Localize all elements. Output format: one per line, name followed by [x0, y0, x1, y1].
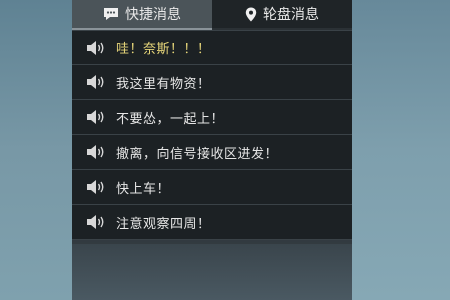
message-item[interactable]: 不要怂，一起上！ [72, 100, 352, 135]
quick-message-panel: 快捷消息 轮盘消息 哇！奈斯！！！ 我这里有物资！ 不要怂，一起上！ 撤离，向信… [72, 0, 352, 300]
tab-bar: 快捷消息 轮盘消息 [72, 0, 352, 30]
message-label: 注意观察四周！ [116, 216, 211, 232]
message-item[interactable]: 我这里有物资！ [72, 65, 352, 100]
tab-wheel-messages[interactable]: 轮盘消息 [212, 0, 352, 30]
message-item[interactable]: 快上车！ [72, 170, 352, 205]
speaker-icon [86, 144, 106, 160]
speaker-icon [86, 40, 106, 56]
message-label: 我这里有物资！ [116, 76, 211, 92]
tab-label: 快捷消息 [125, 7, 181, 23]
message-item[interactable]: 撤离，向信号接收区进发！ [72, 135, 352, 170]
chat-bubble-icon [103, 7, 119, 21]
message-label: 哇！奈斯！！！ [116, 42, 211, 57]
background-left [0, 0, 72, 300]
tab-quick-messages[interactable]: 快捷消息 [72, 0, 212, 30]
message-item[interactable]: 注意观察四周！ [72, 205, 352, 240]
speaker-icon [86, 214, 106, 230]
message-item[interactable]: 哇！奈斯！！！ [72, 30, 352, 65]
speaker-icon [86, 74, 106, 90]
background-right [352, 0, 450, 300]
message-label: 快上车！ [116, 181, 171, 197]
speaker-icon [86, 109, 106, 125]
message-label: 不要怂，一起上！ [116, 111, 225, 127]
speaker-icon [86, 179, 106, 195]
message-list: 哇！奈斯！！！ 我这里有物资！ 不要怂，一起上！ 撤离，向信号接收区进发！ 快上… [72, 30, 352, 240]
tab-label: 轮盘消息 [263, 7, 319, 23]
panel-footer [72, 244, 352, 300]
map-pin-icon [245, 7, 257, 22]
message-label: 撤离，向信号接收区进发！ [116, 146, 279, 162]
